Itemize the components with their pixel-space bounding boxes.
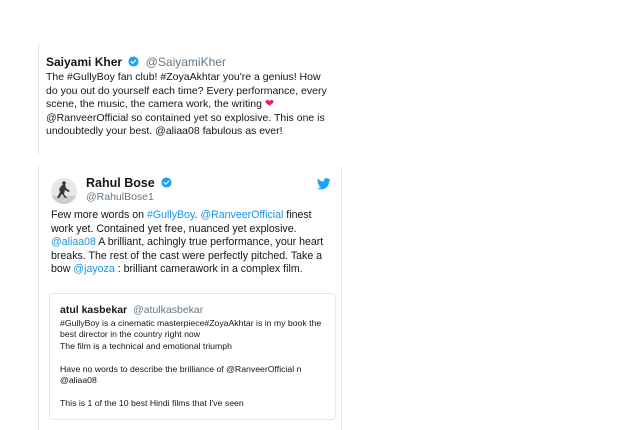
author-handle[interactable]: @SaiyamiKher (146, 55, 226, 69)
avatar-image (51, 178, 77, 204)
quoted-author-name: atul kasbekar (60, 304, 128, 316)
quoted-tweet-header: atul kasbekar @atulkasbekar (60, 304, 203, 316)
tweet-text-part: The #GullyBoy fan club! #ZoyaAkhtar you'… (46, 71, 327, 111)
tweet-rahul-embed: Rahul Bose @RahulBose1 Few more words on… (38, 166, 342, 430)
quoted-line: The film is a technical and emotional tr… (60, 340, 232, 351)
quoted-line (60, 352, 328, 363)
mention-link[interactable]: @aliaa08 (51, 236, 96, 248)
quoted-tweet[interactable]: atul kasbekar @atulkasbekar #GullyBoy is… (49, 293, 336, 420)
author-name[interactable]: Saiyami Kher (46, 55, 122, 69)
hashtag-link[interactable]: #GullyBoy (147, 209, 195, 221)
tweet-header: Saiyami Kher @SaiyamiKher (46, 55, 226, 69)
author-handle[interactable]: @RahulBose1 (86, 191, 154, 203)
tweet-text-part: : brilliant camerawork in a complex film… (114, 263, 303, 276)
quoted-author-handle: @atulkasbekar (133, 304, 204, 316)
quoted-line: This is 1 of the 10 best Hindi films tha… (60, 397, 244, 408)
twitter-bird-icon[interactable] (317, 178, 331, 190)
tweet-text: The #GullyBoy fan club! #ZoyaAkhtar you'… (46, 71, 328, 139)
verified-badge-icon (128, 56, 139, 67)
tweet-text-part: Few more words on (51, 209, 147, 221)
tweet-text-part: @RanveerOfficial so contained yet so exp… (46, 111, 325, 138)
tweet-text: Few more words on #GullyBoy. @RanveerOff… (51, 209, 336, 277)
quoted-line: Have no words to describe the brilliance… (60, 363, 302, 386)
verified-badge-icon (161, 177, 172, 188)
author-name[interactable]: Rahul Bose (86, 176, 172, 190)
quoted-tweet-text: #GullyBoy is a cinematic masterpiece#Zoy… (60, 318, 328, 409)
mention-link[interactable]: @jayoza (73, 263, 114, 275)
mention-link[interactable]: @RanveerOfficial (200, 209, 283, 221)
heart-icon: ❤ (264, 98, 275, 111)
author-name-text: Rahul Bose (86, 176, 155, 190)
avatar[interactable] (51, 178, 77, 204)
tweet-saiyami: Saiyami Kher @SaiyamiKher The #GullyBoy … (38, 44, 329, 154)
quoted-line: #GullyBoy is a cinematic masterpiece#Zoy… (60, 318, 322, 340)
quoted-line (60, 386, 328, 397)
